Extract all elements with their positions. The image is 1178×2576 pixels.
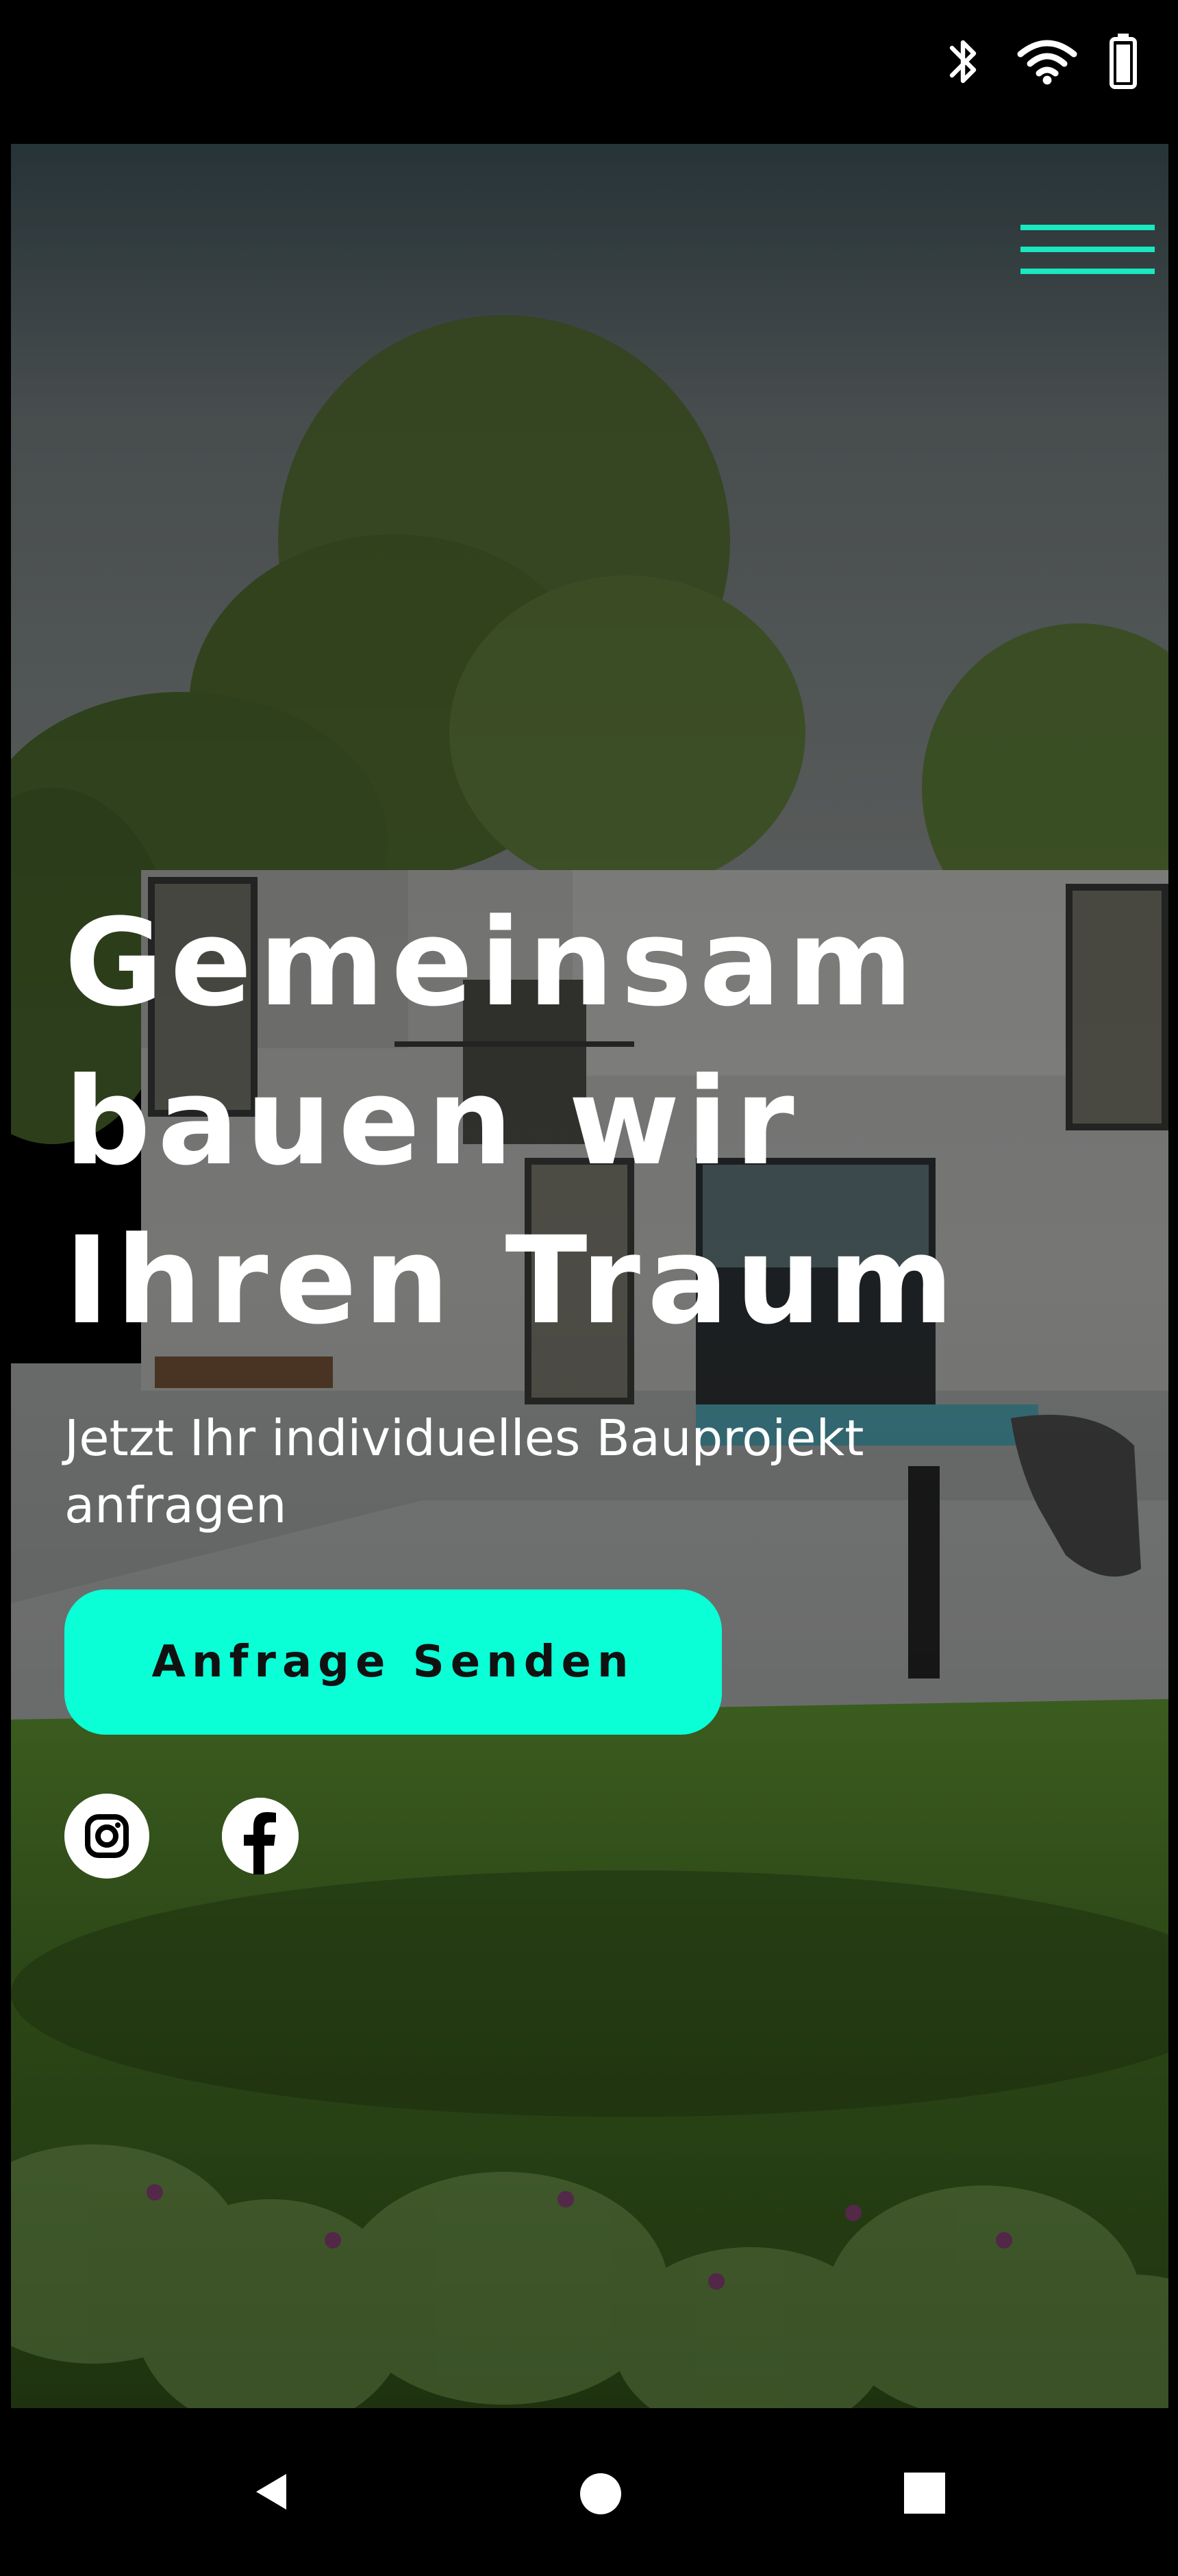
menu-line — [1020, 225, 1155, 230]
menu-line — [1020, 247, 1155, 252]
back-icon[interactable] — [255, 2473, 289, 2514]
bluetooth-icon — [944, 34, 985, 89]
hero-content: Gemeinsam bauen wir Ihren Traum Jetzt Ih… — [64, 884, 1119, 1879]
navigation-bar — [0, 2408, 1178, 2576]
facebook-icon[interactable] — [222, 1798, 299, 1874]
hero-subtitle: Jetzt Ihr individuelles Bauprojekt anfra… — [64, 1409, 864, 1534]
instagram-icon[interactable] — [64, 1794, 149, 1879]
social-links — [64, 1794, 1119, 1879]
home-icon[interactable] — [579, 2473, 622, 2518]
status-icons — [944, 27, 1137, 96]
wifi-icon — [1016, 38, 1078, 86]
hero-title: Gemeinsam bauen wir Ihren Traum — [64, 893, 961, 1351]
status-bar — [0, 0, 1178, 144]
recents-icon[interactable] — [904, 2473, 945, 2516]
hero-section: Gemeinsam bauen wir Ihren Traum Jetzt Ih… — [11, 144, 1168, 2408]
request-button[interactable]: Anfrage Senden — [64, 1589, 722, 1735]
battery-icon — [1110, 34, 1137, 90]
phone-frame: Gemeinsam bauen wir Ihren Traum Jetzt Ih… — [0, 0, 1178, 2576]
menu-line — [1020, 269, 1155, 274]
hamburger-menu-icon[interactable] — [1020, 218, 1155, 280]
